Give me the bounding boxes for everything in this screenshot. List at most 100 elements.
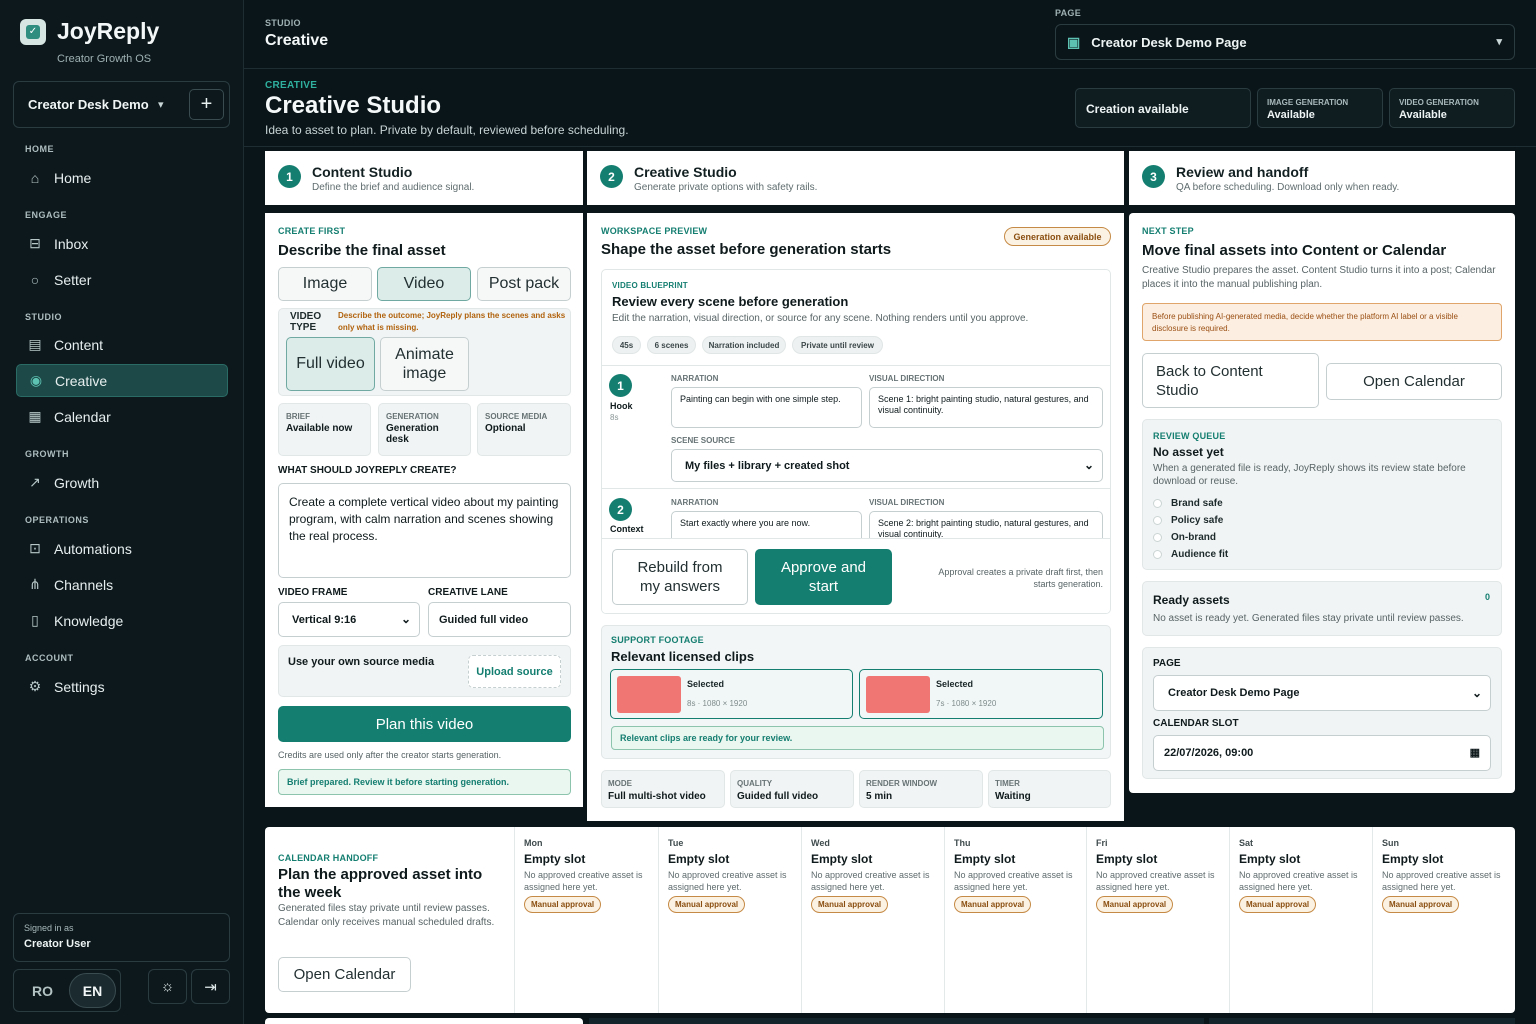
day-name: Sun — [1382, 838, 1399, 848]
add-workspace-button[interactable]: + — [189, 89, 224, 120]
sidebar-item-calendar[interactable]: ▦ Calendar — [16, 400, 228, 433]
lang-en-button[interactable]: EN — [69, 973, 116, 1008]
logout-button[interactable]: ⇥ — [191, 969, 230, 1004]
sidebar-item-channels[interactable]: ⋔ Channels — [16, 568, 228, 601]
checkbox[interactable] — [1153, 550, 1162, 559]
sidebar-item-automations[interactable]: ⊡ Automations — [16, 532, 228, 565]
check-brand-safe[interactable]: Brand safe — [1153, 498, 1223, 509]
duration-pill: 45s — [612, 336, 641, 354]
chat-bubble-icon: ○ — [30, 271, 40, 288]
page-subtitle: Idea to asset to plan. Private by defaul… — [265, 123, 629, 137]
scene-2-narration-label: NARRATION — [671, 498, 719, 507]
open-calendar-button[interactable]: Open Calendar — [1326, 363, 1502, 400]
scene-2-visual-label: VISUAL DIRECTION — [869, 498, 945, 507]
scene-1-source-select[interactable]: My files + library + created shot ⌄ — [671, 449, 1103, 482]
checkbox[interactable] — [1153, 516, 1162, 525]
creative-lane-field[interactable]: Guided full video — [428, 602, 571, 637]
approve-start-button[interactable]: Approve and start — [755, 549, 892, 605]
video-type-animate-button[interactable]: Animate image — [380, 337, 469, 391]
ready-assets-card: Ready assets 0 No asset is ready yet. Ge… — [1142, 581, 1502, 636]
sidebar-item-setter[interactable]: ○ Setter — [16, 263, 228, 296]
image-generation-status: IMAGE GENERATION Available — [1257, 88, 1383, 128]
sidebar-item-content[interactable]: ▤ Content — [16, 328, 228, 361]
top-studio-value: Creative — [265, 32, 329, 49]
sidebar-item-creative[interactable]: ◉ Creative — [16, 364, 228, 397]
clip-card[interactable]: Selected 8s · 1080 × 1920 — [610, 669, 853, 719]
scene-1-duration: 8s — [610, 413, 619, 422]
app-tagline: Creator Growth OS — [57, 53, 152, 65]
step-number: 3 — [1142, 165, 1165, 188]
nav-heading-studio: STUDIO — [25, 312, 63, 322]
day-slot-sat[interactable]: Sat Empty slot No approved creative asse… — [1229, 827, 1372, 1013]
workspace-switcher[interactable]: Creator Desk Demo ▾ + — [13, 81, 230, 128]
check-audience-fit[interactable]: Audience fit — [1153, 549, 1228, 560]
sidebar-item-home[interactable]: ⌂ Home — [16, 161, 228, 194]
sidebar-item-settings[interactable]: ⚙ Settings — [16, 670, 228, 703]
check-label: On-brand — [1171, 532, 1216, 543]
top-studio: STUDIO Creative — [265, 18, 328, 50]
blueprint-subtitle: Edit the narration, visual direction, or… — [612, 313, 1029, 324]
sidebar-item-knowledge[interactable]: ▯ Knowledge — [16, 604, 228, 637]
day-slot-wed[interactable]: Wed Empty slot No approved creative asse… — [801, 827, 944, 1013]
calendar-open-button[interactable]: Open Calendar — [278, 957, 411, 992]
sidebar-item-growth[interactable]: ↗ Growth — [16, 466, 228, 499]
scene-1-narration-field[interactable]: Painting can begin with one simple step. — [671, 387, 862, 428]
manual-approval-badge: Manual approval — [954, 896, 1032, 913]
day-empty: Empty slot — [668, 852, 730, 866]
sidebar-item-label: Calendar — [54, 408, 111, 425]
calendar-slot-value: 22/07/2026, 09:00 — [1164, 747, 1254, 759]
nav-heading-account: ACCOUNT — [25, 653, 74, 663]
scene-1-visual-field[interactable]: Scene 1: bright painting studio, natural… — [869, 387, 1103, 428]
sidebar-item-inbox[interactable]: ⊟ Inbox — [16, 227, 228, 260]
workspace-kicker: WORKSPACE PREVIEW — [601, 226, 708, 236]
day-slot-mon[interactable]: Mon Empty slot No approved creative asse… — [514, 827, 657, 1013]
render-window-value: 5 min — [866, 791, 893, 802]
mode-value: Full multi-shot video — [608, 791, 706, 802]
video-frame-select[interactable]: Vertical 9:16 ⌄ — [278, 602, 420, 637]
day-slot-thu[interactable]: Thu Empty slot No approved creative asse… — [944, 827, 1087, 1013]
calendar-slot-input[interactable]: 22/07/2026, 09:00 ▦ — [1153, 735, 1491, 771]
brand[interactable]: ✓ JoyReply — [20, 18, 159, 45]
page-select[interactable]: ▣ Creator Desk Demo Page ▾ — [1055, 24, 1515, 60]
clip-thumbnail — [866, 676, 930, 713]
handoff-page-select[interactable]: Creator Desk Demo Page ⌄ — [1153, 675, 1491, 711]
sidebar-item-label: Automations — [54, 540, 132, 557]
checkbox[interactable] — [1153, 499, 1162, 508]
prompt-textarea[interactable]: Create a complete vertical video about m… — [278, 483, 571, 578]
lang-ro-button[interactable]: RO — [32, 983, 53, 999]
day-slot-fri[interactable]: Fri Empty slot No approved creative asse… — [1086, 827, 1229, 1013]
image-generation-label: IMAGE GENERATION — [1267, 98, 1349, 107]
plan-video-button[interactable]: Plan this video — [278, 706, 571, 742]
check-on-brand[interactable]: On-brand — [1153, 532, 1216, 543]
day-empty: Empty slot — [1382, 852, 1444, 866]
clips-ready-notice: Relevant clips are ready for your review… — [611, 726, 1104, 750]
tab-video[interactable]: Video — [377, 267, 471, 301]
manual-approval-badge: Manual approval — [811, 896, 889, 913]
app-name: JoyReply — [57, 18, 160, 44]
tab-image[interactable]: Image — [278, 267, 372, 301]
tab-post-pack[interactable]: Post pack — [477, 267, 571, 301]
create-title: Describe the final asset — [278, 242, 446, 259]
check-policy-safe[interactable]: Policy safe — [1153, 515, 1223, 526]
create-panel: CREATE FIRST Describe the final asset Im… — [265, 213, 583, 807]
checkbox[interactable] — [1153, 533, 1162, 542]
calendar-title: Plan the approved asset into the week — [278, 866, 483, 901]
rebuild-button[interactable]: Rebuild from my answers — [612, 549, 748, 605]
creation-status-value: Creation available — [1086, 102, 1189, 116]
day-slot-tue[interactable]: Tue Empty slot No approved creative asse… — [658, 827, 801, 1013]
quality-label: QUALITY — [737, 779, 773, 788]
source-media-label: SOURCE MEDIA — [485, 412, 548, 421]
calendar-icon: ▦ — [28, 408, 42, 424]
theme-toggle-button[interactable]: ☼ — [148, 969, 187, 1004]
day-slot-sun[interactable]: Sun Empty slot No approved creative asse… — [1372, 827, 1515, 1013]
back-to-content-button[interactable]: Back to Content Studio — [1142, 353, 1319, 408]
clip-card[interactable]: Selected 7s · 1080 × 1920 — [859, 669, 1103, 719]
upload-source-button[interactable]: Upload source — [468, 655, 561, 688]
mode-card: MODE Full multi-shot video — [601, 770, 725, 808]
next-section-panel — [1209, 1018, 1515, 1024]
own-media-card: Use your own source media Upload source — [278, 645, 571, 697]
calendar-icon[interactable]: ▦ — [1470, 746, 1480, 759]
video-type-full-button[interactable]: Full video — [286, 337, 375, 391]
scene-2-name: Context — [610, 524, 644, 534]
page-select-label: PAGE — [1055, 8, 1082, 18]
